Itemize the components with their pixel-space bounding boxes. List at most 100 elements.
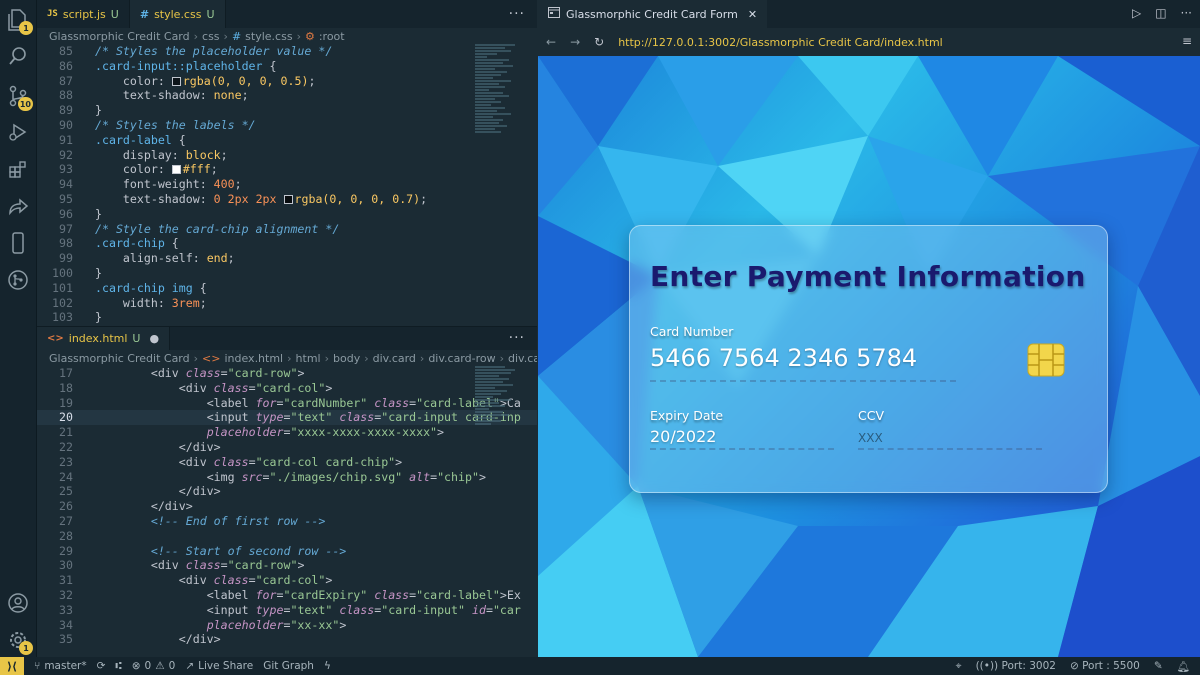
browser-toolbar: ▷ ◫ ···: [1132, 6, 1192, 20]
expiry-underline: [650, 448, 834, 450]
port-indicator-3002[interactable]: ((•)) Port: 3002: [976, 660, 1056, 672]
code-line: 20 <input type="text" class="card-input …: [37, 410, 537, 426]
url-input[interactable]: http://127.0.0.1:3002/Glassmorphic Credi…: [618, 36, 943, 49]
ccv-label: CCV: [858, 408, 885, 423]
line-number: 85: [59, 44, 73, 58]
line-number: 32: [59, 587, 73, 602]
tab-style-css[interactable]: # style.css U: [129, 0, 226, 28]
feedback-icon[interactable]: ✎: [1154, 660, 1163, 672]
color-swatch[interactable]: [171, 165, 181, 175]
run-icon[interactable]: ▷: [1132, 6, 1141, 20]
breadcrumb-item[interactable]: body: [333, 352, 360, 365]
git-graph-icon[interactable]: [6, 268, 30, 292]
css-value: block: [185, 147, 221, 162]
sync-button[interactable]: ⟳: [97, 660, 106, 672]
device-icon[interactable]: [6, 231, 30, 255]
color-swatch[interactable]: [283, 194, 293, 204]
code-line: 101 .card-chip img {: [37, 281, 537, 296]
code-comment: /* Styles the labels */: [95, 117, 256, 132]
unsaved-dot-icon[interactable]: ●: [149, 332, 159, 345]
line-number: 95: [59, 191, 73, 206]
split-editor-icon[interactable]: ◫: [1155, 6, 1166, 20]
breadcrumb-item[interactable]: div.card-row: [428, 352, 495, 365]
tab-status: U: [132, 332, 141, 345]
line-number: 96: [59, 206, 73, 221]
line-number: 94: [59, 177, 73, 192]
tab-label: index.html: [68, 332, 128, 345]
settings-gear-icon[interactable]: 1: [6, 628, 33, 655]
attr-value: "card-col": [255, 380, 326, 395]
location-icon[interactable]: ⌖: [956, 660, 962, 673]
attr-value: "card-col card-chip": [255, 454, 396, 469]
branch-indicator[interactable]: ⑂ master*: [34, 660, 87, 672]
browser-tab[interactable]: Glassmorphic Credit Card Form ✕: [538, 0, 768, 28]
code-comment: <!-- End of first row -->: [150, 513, 326, 528]
remote-indicator-icon[interactable]: ⟩⟨: [0, 657, 24, 675]
breadcrumb-item[interactable]: div.card: [373, 352, 416, 365]
breadcrumb-item[interactable]: :root: [319, 30, 345, 43]
forward-arrow-icon[interactable]: →: [570, 35, 580, 49]
notifications-bell-icon[interactable]: 🔔︎: [1177, 660, 1190, 673]
live-share-button[interactable]: ↗ Live Share: [185, 660, 253, 672]
code-editor-bottom[interactable]: 17 <div class="card-row"> 18 <div class=…: [37, 366, 537, 651]
menu-icon[interactable]: ≡: [1182, 34, 1192, 48]
attr-value: "card-col": [255, 573, 326, 588]
chevron-right-icon: ›: [287, 351, 292, 365]
account-icon[interactable]: [6, 591, 30, 615]
line-number: 29: [59, 543, 73, 558]
web-page-viewport: Enter Payment Information Card Number 54…: [538, 56, 1200, 657]
expiry-date-input[interactable]: 20/2022: [650, 427, 716, 446]
close-icon[interactable]: ✕: [748, 8, 757, 21]
reload-icon[interactable]: ↻: [594, 35, 604, 49]
browser-page-icon: [548, 7, 560, 21]
breadcrumb-item[interactable]: Glassmorphic Credit Card: [49, 30, 190, 43]
line-number: 103: [52, 310, 73, 325]
run-debug-icon[interactable]: [6, 120, 30, 144]
minimap[interactable]: [475, 44, 525, 134]
search-icon[interactable]: [6, 44, 30, 68]
more-actions-icon[interactable]: ···: [509, 330, 525, 346]
more-actions-icon[interactable]: ···: [509, 6, 525, 22]
chevron-right-icon: ›: [499, 351, 505, 365]
activity-bar: 1 10 1: [0, 0, 37, 657]
problems-indicator[interactable]: ⊗ 0 ⚠ 0: [132, 660, 176, 672]
extensions-icon[interactable]: [6, 157, 30, 181]
html-file-icon: <>: [47, 333, 64, 344]
css-value: end: [206, 251, 228, 266]
color-swatch[interactable]: [171, 76, 181, 86]
back-arrow-icon[interactable]: ←: [546, 35, 556, 49]
lightning-button[interactable]: ϟ: [324, 660, 331, 672]
more-actions-icon[interactable]: ···: [1181, 6, 1192, 20]
code-line: 27 <!-- End of first row -->: [37, 514, 537, 529]
line-number: 93: [59, 162, 73, 177]
tab-script-js[interactable]: JS script.js U: [37, 0, 130, 28]
breadcrumb-item[interactable]: Glassmorphic Credit Card: [49, 352, 190, 365]
source-control-icon[interactable]: 10: [6, 84, 33, 111]
git-graph-button[interactable]: Git Graph: [263, 660, 314, 672]
breadcrumb-item[interactable]: index.html: [224, 352, 283, 365]
warning-icon: ⚠: [155, 660, 165, 672]
code-line: 17 <div class="card-row">: [37, 366, 537, 381]
breadcrumb-item[interactable]: html: [296, 352, 321, 365]
port-indicator-5500[interactable]: ⊘ Port : 5500: [1070, 660, 1140, 672]
explorer-icon[interactable]: 1: [6, 8, 33, 35]
line-number: 98: [59, 236, 73, 251]
remote-explorer-icon[interactable]: [6, 194, 30, 218]
tab-index-html[interactable]: <> index.html U ●: [37, 327, 171, 350]
lightning-icon: ϟ: [323, 660, 331, 672]
editor-tabs-bottom: <> index.html U ● ···: [37, 326, 537, 350]
git-compare-button[interactable]: ⑆: [115, 660, 121, 672]
tab-label: style.css: [154, 7, 202, 21]
css-value: 2px: [248, 191, 284, 206]
minimap[interactable]: [475, 366, 525, 426]
breadcrumb-item[interactable]: style.css: [245, 30, 292, 43]
card-number-input[interactable]: 5466 7564 2346 5784: [650, 344, 917, 372]
attr-value: "xx-xx": [290, 617, 340, 632]
line-number: 23: [59, 454, 73, 469]
code-editor-top[interactable]: 85 /* Styles the placeholder value */ 86.…: [37, 44, 537, 326]
line-number: 35: [59, 632, 73, 647]
breadcrumb-item[interactable]: css: [202, 30, 220, 43]
css-selector: .card-chip: [95, 236, 165, 251]
breadcrumb-item[interactable]: div.ca: [508, 352, 537, 365]
ccv-input[interactable]: XXX: [858, 431, 883, 445]
